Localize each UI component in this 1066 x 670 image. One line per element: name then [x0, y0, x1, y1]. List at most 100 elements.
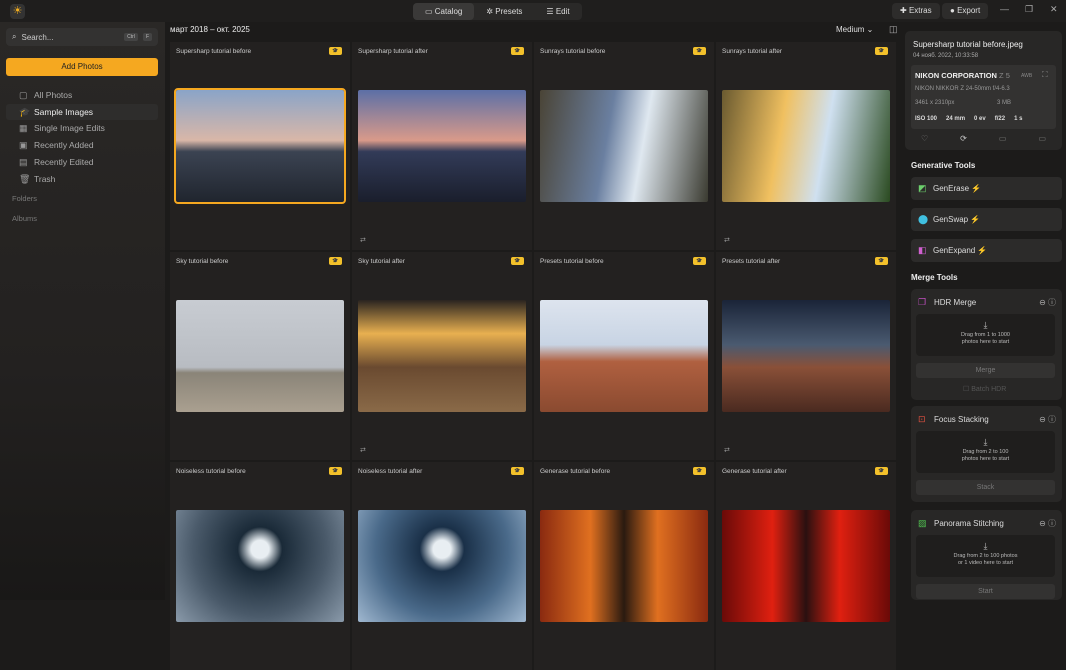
add-photos-button[interactable]: Add Photos [6, 58, 158, 76]
photo-tile[interactable]: Sunrays tutorial after 🎓 ⇄ [716, 42, 896, 250]
photo-tile[interactable]: Noiseless tutorial before🎓 [170, 462, 350, 670]
tool-options-icon[interactable]: ⊖ ⓘ [1039, 297, 1056, 308]
photo-thumbnail[interactable] [176, 300, 344, 412]
search-icon: ⌕ [12, 32, 16, 42]
sample-badge-icon: 🎓 [511, 467, 524, 475]
photo-thumbnail[interactable] [722, 300, 890, 412]
exposure: 0 ev [974, 116, 986, 122]
tab-edit[interactable]: ☰ Edit [534, 3, 581, 20]
camera-maker: NIKON CORPORATION [915, 71, 997, 80]
shortcut-key: F [143, 33, 152, 41]
tool-icon: ◧ [918, 239, 927, 262]
camera-model: Z 5 [999, 71, 1010, 80]
extras-button[interactable]: ✚ Extras [892, 3, 940, 19]
sidebar-item-label: Sample Images [34, 107, 93, 117]
restore-icon[interactable]: ❐ [1025, 4, 1033, 15]
thumbnail-size-select[interactable]: Medium ⌄ [836, 25, 873, 34]
photo-tile[interactable]: Sunrays tutorial before🎓 [534, 42, 714, 250]
shutter: 1 s [1014, 116, 1022, 122]
sample-badge-icon: 🎓 [693, 467, 706, 475]
tool-genswap[interactable]: ⬤GenSwap⚡ [911, 208, 1062, 231]
photo-tile[interactable]: Presets tutorial before🎓 [534, 252, 714, 460]
photo-thumbnail[interactable] [540, 510, 708, 622]
photo-thumbnail[interactable] [176, 90, 344, 202]
sidebar-item-single-image-edits[interactable]: ▦Single Image Edits [6, 120, 158, 136]
photo-title: Sky tutorial after [358, 258, 405, 265]
photo-thumbnail[interactable] [358, 90, 526, 202]
action-button[interactable]: Start [916, 584, 1055, 599]
sidebar-item-sample-images[interactable]: 🎓 Sample Images [6, 104, 158, 120]
photo-title: Sunrays tutorial after [722, 48, 782, 55]
iso: ISO 100 [915, 116, 937, 122]
compare-icon[interactable]: ▭ [999, 134, 1007, 143]
photo-title: Generase tutorial after [722, 468, 787, 475]
sidebar-item-recently-added[interactable]: ▣Recently Added [6, 137, 158, 153]
export-button[interactable]: ● Export [942, 3, 988, 19]
photo-thumbnail[interactable] [358, 300, 526, 412]
photo-thumbnail[interactable] [540, 300, 708, 412]
photo-thumbnail[interactable] [358, 510, 526, 622]
tool-options-icon[interactable]: ⊖ ⓘ [1039, 414, 1056, 425]
rotate-icon[interactable]: ⟳ [960, 134, 967, 143]
aperture: f/22 [995, 116, 1005, 122]
tool-label: GenSwap [933, 215, 968, 224]
panel-toggle-icon[interactable]: ◫ [889, 24, 898, 35]
sidebar-item-icon: 🎓 [19, 104, 30, 120]
photo-tile[interactable]: Generase tutorial before🎓 [534, 462, 714, 670]
tool-icon: ▨ [918, 518, 927, 529]
date-range: март 2018 – окт. 2025 [170, 25, 250, 34]
sample-badge-icon: 🎓 [875, 47, 888, 55]
close-icon[interactable]: ✕ [1050, 4, 1058, 15]
tab-label: Catalog [435, 7, 463, 16]
sample-badge-icon: 🎓 [511, 257, 524, 265]
photo-tile[interactable]: Generase tutorial after🎓 [716, 462, 896, 670]
albums-section[interactable]: Albums [12, 214, 37, 223]
sample-badge-icon: 🎓 [875, 257, 888, 265]
edit-stack-icon[interactable]: ⇄ [724, 446, 730, 454]
copy-icon[interactable]: ▭ [1038, 134, 1046, 143]
app-logo-icon[interactable]: ☀ [10, 4, 25, 19]
drop-hint: Drag from 2 to 100 photos or 1 video her… [916, 553, 1055, 567]
merge-tool-hdr-merge: ❐HDR Merge⊖ ⓘ⤓Drag from 1 to 1000 photos… [911, 289, 1062, 400]
tab-catalog[interactable]: ▭ Catalog [413, 3, 474, 20]
search-input[interactable]: ⌕ Search... Ctrl F [6, 28, 158, 46]
minimize-icon[interactable]: — [1000, 4, 1009, 14]
photo-tile[interactable]: Sky tutorial before🎓 [170, 252, 350, 460]
tool-icon: ❐ [918, 297, 926, 308]
tool-generase[interactable]: ◩GenErase⚡ [911, 177, 1062, 200]
edit-stack-icon[interactable]: ⇄ [360, 446, 366, 454]
batch-hdr-checkbox[interactable]: ☐ Batch HDR [963, 385, 1006, 393]
merge-tools-heading: Merge Tools [911, 273, 958, 282]
extras-label: Extras [909, 6, 932, 15]
shortcut-key: Ctrl [124, 33, 138, 41]
generative-tools-heading: Generative Tools [911, 161, 975, 170]
photo-thumbnail[interactable] [722, 510, 890, 622]
tool-options-icon[interactable]: ⊖ ⓘ [1039, 518, 1056, 529]
action-button[interactable]: Stack [916, 480, 1055, 495]
tool-title: Panorama Stitching [934, 519, 1004, 528]
photo-tile[interactable]: Sky tutorial after 🎓 ⇄ [352, 252, 532, 460]
photo-tile[interactable]: Noiseless tutorial after 🎓 [352, 462, 532, 670]
tab-presets[interactable]: ✲ Presets [474, 3, 534, 20]
photo-thumbnail[interactable] [540, 90, 708, 202]
favorite-icon[interactable]: ♡ [921, 134, 928, 143]
action-button[interactable]: Merge [916, 363, 1055, 378]
sidebar-item-trash[interactable]: 🗑Trash [6, 171, 158, 187]
tool-genexpand[interactable]: ◧GenExpand⚡ [911, 239, 1062, 262]
crop-icon: ⛶ [1042, 70, 1048, 80]
photo-tile[interactable]: Supersharp tutorial after🎓⇄ [352, 42, 532, 250]
drop-zone[interactable]: ⤓Drag from 1 to 1000 photos here to star… [916, 314, 1055, 356]
photo-thumbnail[interactable] [722, 90, 890, 202]
sidebar-item-all-photos[interactable]: ▢All Photos [6, 87, 158, 103]
drop-zone[interactable]: ⤓Drag from 2 to 100 photos here to start [916, 431, 1055, 473]
folders-section[interactable]: Folders [12, 194, 37, 203]
photo-thumbnail[interactable] [176, 510, 344, 622]
sidebar-item-recently-edited[interactable]: ▤Recently Edited [6, 154, 158, 170]
photo-tile[interactable]: Supersharp tutorial before🎓 [170, 42, 350, 250]
sample-badge-icon: 🎓 [329, 467, 342, 475]
edit-stack-icon[interactable]: ⇄ [724, 236, 730, 244]
photo-tile[interactable]: Presets tutorial after🎓⇄ [716, 252, 896, 460]
drop-zone[interactable]: ⤓Drag from 2 to 100 photos or 1 video he… [916, 535, 1055, 577]
photo-title: Noiseless tutorial after [358, 468, 422, 475]
edit-stack-icon[interactable]: ⇄ [360, 236, 366, 244]
